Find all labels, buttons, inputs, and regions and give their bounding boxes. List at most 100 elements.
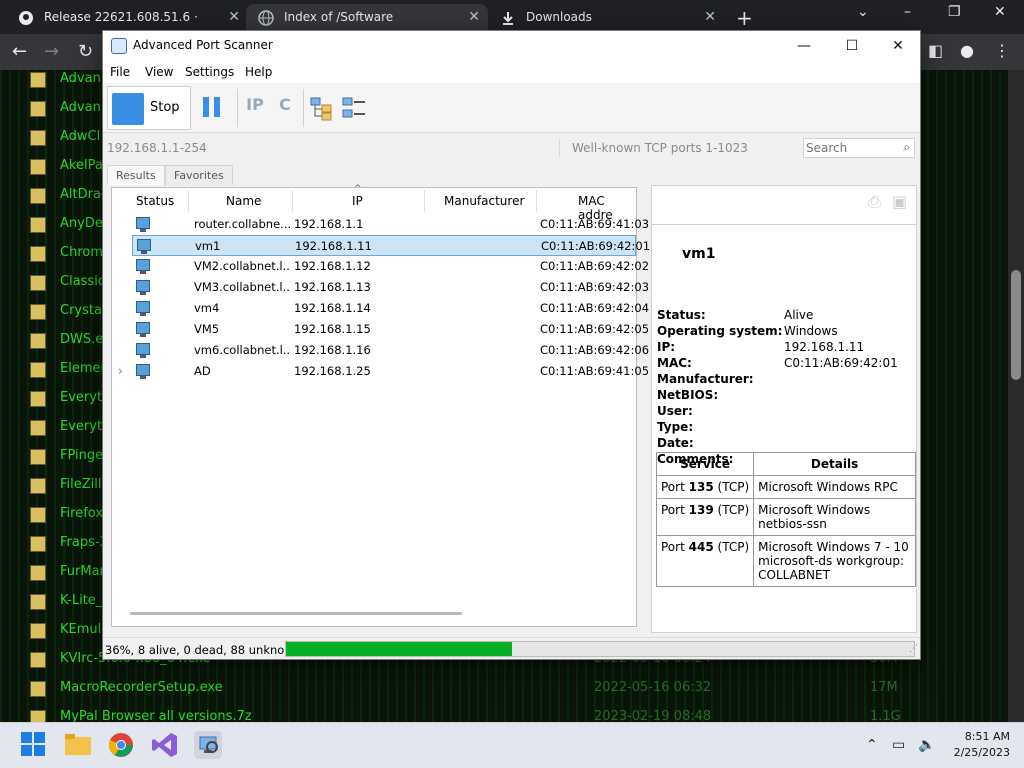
reload-icon[interactable]: ↻ [78,41,93,62]
table-row[interactable]: vm6.collabnet.l... 192.168.1.16 C0:11:AB:6… [132,340,649,361]
file-icon [30,478,46,494]
clock[interactable]: 8:51 AM 2/25/2023 [954,729,1010,761]
tab-release[interactable]: Release 22621.608.51.6 · valinet/\ ✕ [6,4,246,50]
table-row[interactable]: vm1 192.168.1.11 C0:11:AB:69:42:01 [132,235,650,256]
close-icon[interactable]: ✕ [468,4,480,30]
menu-file[interactable]: File [110,65,130,79]
file-name[interactable]: FurMar [60,564,105,579]
forward-arrow-icon[interactable]: → [44,41,59,62]
file-name[interactable]: AnyDe [60,216,103,231]
file-name[interactable]: Classic [60,274,105,289]
minimize-button[interactable]: — [789,35,819,57]
detail-hostname: vm1 [682,246,716,262]
file-name[interactable]: Crystal [60,303,106,318]
column-status[interactable]: Status [136,194,174,208]
file-name[interactable]: FPinge [60,448,103,463]
listing-row[interactable]: MacroRecorderSetup.exe 2022-05-16 06:32 17… [0,675,1008,704]
resize-grip-icon[interactable]: ⋰ [909,644,918,654]
expand-row-icon[interactable]: › [118,364,123,378]
network-icon[interactable]: ▭ [892,737,905,753]
file-name[interactable]: MyPal Browser all versions.7z [60,709,252,722]
title-bar[interactable]: Advanced Port Scanner — ☐ ✕ [103,31,920,61]
file-name[interactable]: Firefox [60,506,103,521]
column-manufacturer[interactable]: Manufacturer [444,194,524,208]
new-tab-button[interactable]: + [736,6,753,30]
volume-icon[interactable]: 🔈 [918,737,935,753]
detail-value: C0:11:AB:69:42:01 [784,356,898,370]
maximize-button[interactable]: ☐ [837,35,867,57]
port-protocol: (TCP) [717,540,750,554]
computer-icon [136,217,150,232]
computer-icon [136,364,150,379]
host-ip: 192.168.1.15 [294,322,371,336]
chrome-icon[interactable] [107,731,135,759]
search-box[interactable]: ⌕ [803,138,915,158]
minimize-icon[interactable]: – [904,4,911,20]
horizontal-scrollbar[interactable] [130,612,462,615]
menu-help[interactable]: Help [245,65,272,79]
toolbar-separator [237,89,238,127]
close-button[interactable]: ✕ [883,35,913,57]
table-row[interactable]: vm4 192.168.1.14 C0:11:AB:69:42:04 [132,298,649,319]
profile-icon[interactable]: ● [960,41,974,60]
table-row[interactable]: VM5 192.168.1.15 C0:11:AB:69:42:05 [132,319,649,340]
file-name[interactable]: Elemer [60,361,106,376]
tab-favorites[interactable]: Favorites [165,165,233,185]
scan-ip-button[interactable]: IP [243,95,267,121]
port-scanner-icon [111,38,127,54]
detail-label: Type: [657,420,694,434]
search-input[interactable] [806,140,892,156]
visual-studio-icon[interactable] [151,731,179,759]
chevron-up-icon[interactable]: ⌃ [866,737,878,753]
table-row[interactable]: VM3.collabnet.l... 192.168.1.13 C0:11:AB:6… [132,277,649,298]
file-icon [30,536,46,552]
close-icon[interactable]: ✕ [994,4,1006,20]
page-scrollbar[interactable] [1008,70,1024,722]
file-name[interactable]: DWS.e [60,332,103,347]
tab-downloads[interactable]: Downloads ✕ [488,4,724,32]
column-ip[interactable]: IP [352,194,363,208]
table-row[interactable]: AD 192.168.1.25 C0:11:AB:69:41:05 [132,361,649,382]
file-name[interactable]: Advan [60,100,101,115]
service-details: Microsoft Windows 7 - 10 microsoft-ds wo… [753,535,916,587]
tab-index-software[interactable]: Index of /Software ✕ [246,4,488,32]
save-icon[interactable]: ▣ [892,192,907,211]
chevron-down-icon[interactable]: ⌄ [857,4,869,20]
collapse-all-icon[interactable] [341,95,365,121]
ip-range-input[interactable] [107,139,547,157]
print-icon[interactable]: ⎙ [868,192,881,212]
more-menu-icon[interactable]: ⋮ [994,41,1010,60]
column-name[interactable]: Name [226,194,261,208]
windows-start-icon[interactable] [20,731,48,759]
restore-icon[interactable]: ❐ [948,4,961,20]
address-bar: ⌕ [103,133,920,161]
service-row: Port 135 (TCP) Microsoft Windows RPC [655,475,916,499]
file-explorer-icon[interactable] [64,731,92,759]
ports-input[interactable] [559,139,793,157]
menu-settings[interactable]: Settings [185,65,234,79]
stop-button[interactable]: Stop [107,86,191,130]
file-name[interactable]: MacroRecorderSetup.exe [60,680,223,695]
menu-view[interactable]: View [145,65,173,79]
side-panel-icon[interactable]: ◧ [928,41,943,60]
expand-all-icon[interactable] [309,95,333,121]
table-row[interactable]: VM2.collabnet.l... 192.168.1.12 C0:11:AB:6… [132,256,649,277]
file-name[interactable]: Chrom [60,245,103,260]
file-name[interactable]: AdwCl [60,129,100,144]
host-mac: C0:11:AB:69:41:03 [540,217,650,231]
scan-subnet-button[interactable]: C [273,95,297,121]
file-name[interactable]: AkelPa [60,158,103,173]
table-row[interactable]: router.collabne... 192.168.1.1 C0:11:AB:69… [132,214,649,235]
file-name[interactable]: Fraps-3 [60,535,108,550]
port-scanner-icon[interactable] [194,731,222,759]
computer-icon [137,239,151,254]
close-icon[interactable]: ✕ [704,4,716,30]
search-icon[interactable]: ⌕ [903,140,910,155]
file-name[interactable]: Advan [60,71,101,86]
file-name[interactable]: K-Lite_ [60,593,102,608]
tab-results[interactable]: Results [107,165,165,185]
listing-row[interactable]: MyPal Browser all versions.7z 2023-02-19 … [0,704,1008,722]
back-arrow-icon[interactable]: ← [12,41,27,62]
pause-button[interactable] [203,97,223,119]
close-icon[interactable]: ✕ [228,4,240,30]
